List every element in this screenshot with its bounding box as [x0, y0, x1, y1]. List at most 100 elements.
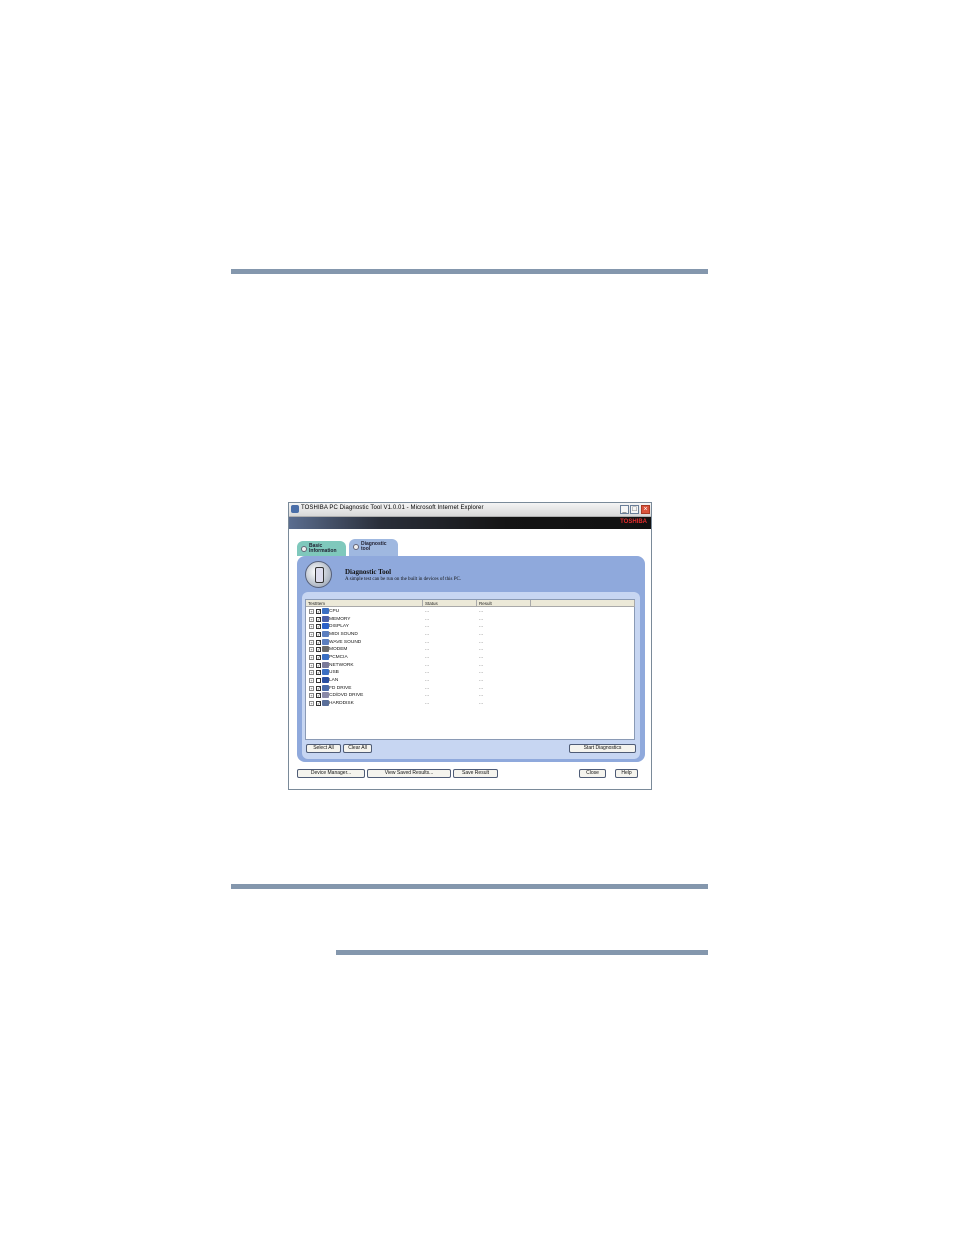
test-checkbox[interactable]: ✓ [316, 685, 321, 691]
test-item-status: ... [425, 647, 429, 653]
expand-icon[interactable]: + [309, 631, 314, 637]
table-row[interactable]: + ✓ HARDDISK...... [306, 699, 634, 708]
test-item-result: ... [479, 639, 483, 645]
test-checkbox[interactable]: ✓ [316, 609, 321, 614]
device-icon [322, 653, 329, 660]
test-checkbox[interactable]: ✓ [316, 647, 321, 653]
test-item-name: MEMORY [329, 616, 351, 622]
table-row[interactable]: + ✓ PCMCIA...... [306, 653, 634, 662]
device-icon [322, 692, 329, 699]
expand-icon[interactable]: + [309, 624, 314, 630]
test-item-name: MIDI SOUND [329, 631, 358, 637]
test-checkbox[interactable]: ✓ [316, 700, 321, 706]
expand-icon[interactable]: + [309, 670, 314, 676]
test-item-name: DISPLAY [329, 624, 349, 630]
page-rule-middle [231, 884, 708, 889]
save-result-button[interactable]: Save Result [453, 769, 498, 778]
device-icon [322, 646, 329, 653]
test-checkbox[interactable]: ✓ [316, 624, 321, 630]
test-item-list[interactable]: TestItem Status Result + ✓ CPU...... + ✓ MEMO… [305, 599, 635, 740]
view-saved-results-button[interactable]: View Saved Results... [367, 769, 451, 778]
help-button[interactable]: Help [615, 769, 638, 778]
test-checkbox[interactable]: ✓ [316, 631, 321, 637]
test-list-container: TestItem Status Result + ✓ CPU...... + ✓ MEMO… [302, 592, 640, 759]
test-item-result: ... [479, 616, 483, 622]
test-item-result: ... [479, 662, 483, 668]
page-rule-top [231, 269, 708, 274]
test-item-status: ... [425, 624, 429, 630]
test-item-result: ... [479, 685, 483, 691]
test-checkbox[interactable] [316, 677, 321, 683]
device-icon [322, 699, 329, 706]
window-titlebar[interactable]: TOSHIBA PC Diagnostic Tool V1.0.01 - Mic… [289, 503, 651, 517]
start-diagnostics-button[interactable]: Start Diagnostics [569, 744, 636, 753]
window-close-button[interactable]: × [641, 505, 650, 514]
test-item-name: CD/DVD DRIVE [329, 693, 364, 699]
diagnostic-tool-window: TOSHIBA PC Diagnostic Tool V1.0.01 - Mic… [288, 502, 652, 790]
test-item-status: ... [425, 677, 429, 683]
device-icon [322, 615, 329, 622]
clear-all-button[interactable]: Clear All [343, 744, 372, 753]
expand-icon[interactable]: + [309, 693, 314, 699]
test-item-name: MODEM [329, 647, 348, 653]
close-button[interactable]: Close [579, 769, 606, 778]
table-row[interactable]: + ✓ MEMORY...... [306, 615, 634, 624]
table-row[interactable]: + ✓ DISPLAY...... [306, 623, 634, 631]
table-row[interactable]: + ✓ FD DRIVE...... [306, 684, 634, 693]
test-checkbox[interactable]: ✓ [316, 670, 321, 676]
expand-icon[interactable]: + [309, 662, 314, 668]
expand-icon[interactable]: + [309, 616, 314, 622]
maximize-button[interactable]: □ [630, 505, 639, 514]
diagnostic-icon [353, 544, 359, 550]
table-row[interactable]: + ✓ MODEM...... [306, 646, 634, 654]
table-row[interactable]: + ✓ NETWORK...... [306, 661, 634, 670]
window-title: TOSHIBA PC Diagnostic Tool V1.0.01 - Mic… [301, 505, 484, 511]
panel-title: Diagnostic Tool [345, 568, 392, 576]
test-checkbox[interactable]: ✓ [316, 639, 321, 645]
minimize-button[interactable]: _ [620, 505, 629, 514]
test-item-status: ... [425, 616, 429, 622]
expand-icon[interactable]: + [309, 677, 314, 683]
column-header-status[interactable]: Status [423, 600, 477, 607]
test-item-status: ... [425, 662, 429, 668]
expand-icon[interactable]: + [309, 654, 314, 660]
test-item-name: LAN [329, 677, 339, 683]
test-checkbox[interactable]: ✓ [316, 693, 321, 699]
test-checkbox[interactable]: ✓ [316, 616, 321, 622]
table-row[interactable]: + ✓ USB...... [306, 669, 634, 677]
table-row[interactable]: + LAN...... [306, 676, 634, 685]
expand-icon[interactable]: + [309, 647, 314, 653]
table-row[interactable]: + ✓ CD/DVD DRIVE...... [306, 692, 634, 700]
test-checkbox[interactable]: ✓ [316, 654, 321, 660]
test-item-status: ... [425, 670, 429, 676]
table-row[interactable]: + ✓ WAVE SOUND...... [306, 638, 634, 647]
test-item-status: ... [425, 693, 429, 699]
column-header-result[interactable]: Result [477, 600, 531, 607]
table-row[interactable]: + ✓ MIDI SOUND...... [306, 630, 634, 639]
test-item-status: ... [425, 639, 429, 645]
device-icon [322, 623, 329, 630]
expand-icon[interactable]: + [309, 639, 314, 645]
toshiba-logo: TOSHIBA [620, 519, 647, 525]
tab-diagnostic-tool[interactable]: Diagnostic tool [349, 539, 398, 556]
info-icon [301, 546, 307, 552]
test-item-status: ... [425, 654, 429, 660]
expand-icon[interactable]: + [309, 685, 314, 691]
device-icon [322, 638, 329, 645]
tab-basic-information[interactable]: Basic Information [297, 541, 346, 556]
ie-app-icon [291, 505, 299, 513]
window-content: Basic Information Diagnostic tool Diagno… [289, 529, 651, 789]
test-item-name: FD DRIVE [329, 685, 352, 691]
test-item-status: ... [425, 700, 429, 706]
table-row[interactable]: + ✓ CPU...... [306, 608, 634, 616]
device-icon [322, 669, 329, 676]
column-header-testitem[interactable]: TestItem [306, 600, 423, 607]
select-all-button[interactable]: Select All [306, 744, 341, 753]
expand-icon[interactable]: + [309, 700, 314, 706]
expand-icon[interactable]: + [309, 609, 314, 614]
test-checkbox[interactable]: ✓ [316, 662, 321, 668]
device-manager-button[interactable]: Device Manager... [297, 769, 365, 778]
test-item-status: ... [425, 609, 429, 614]
test-item-result: ... [479, 654, 483, 660]
column-header-blank [531, 600, 635, 607]
